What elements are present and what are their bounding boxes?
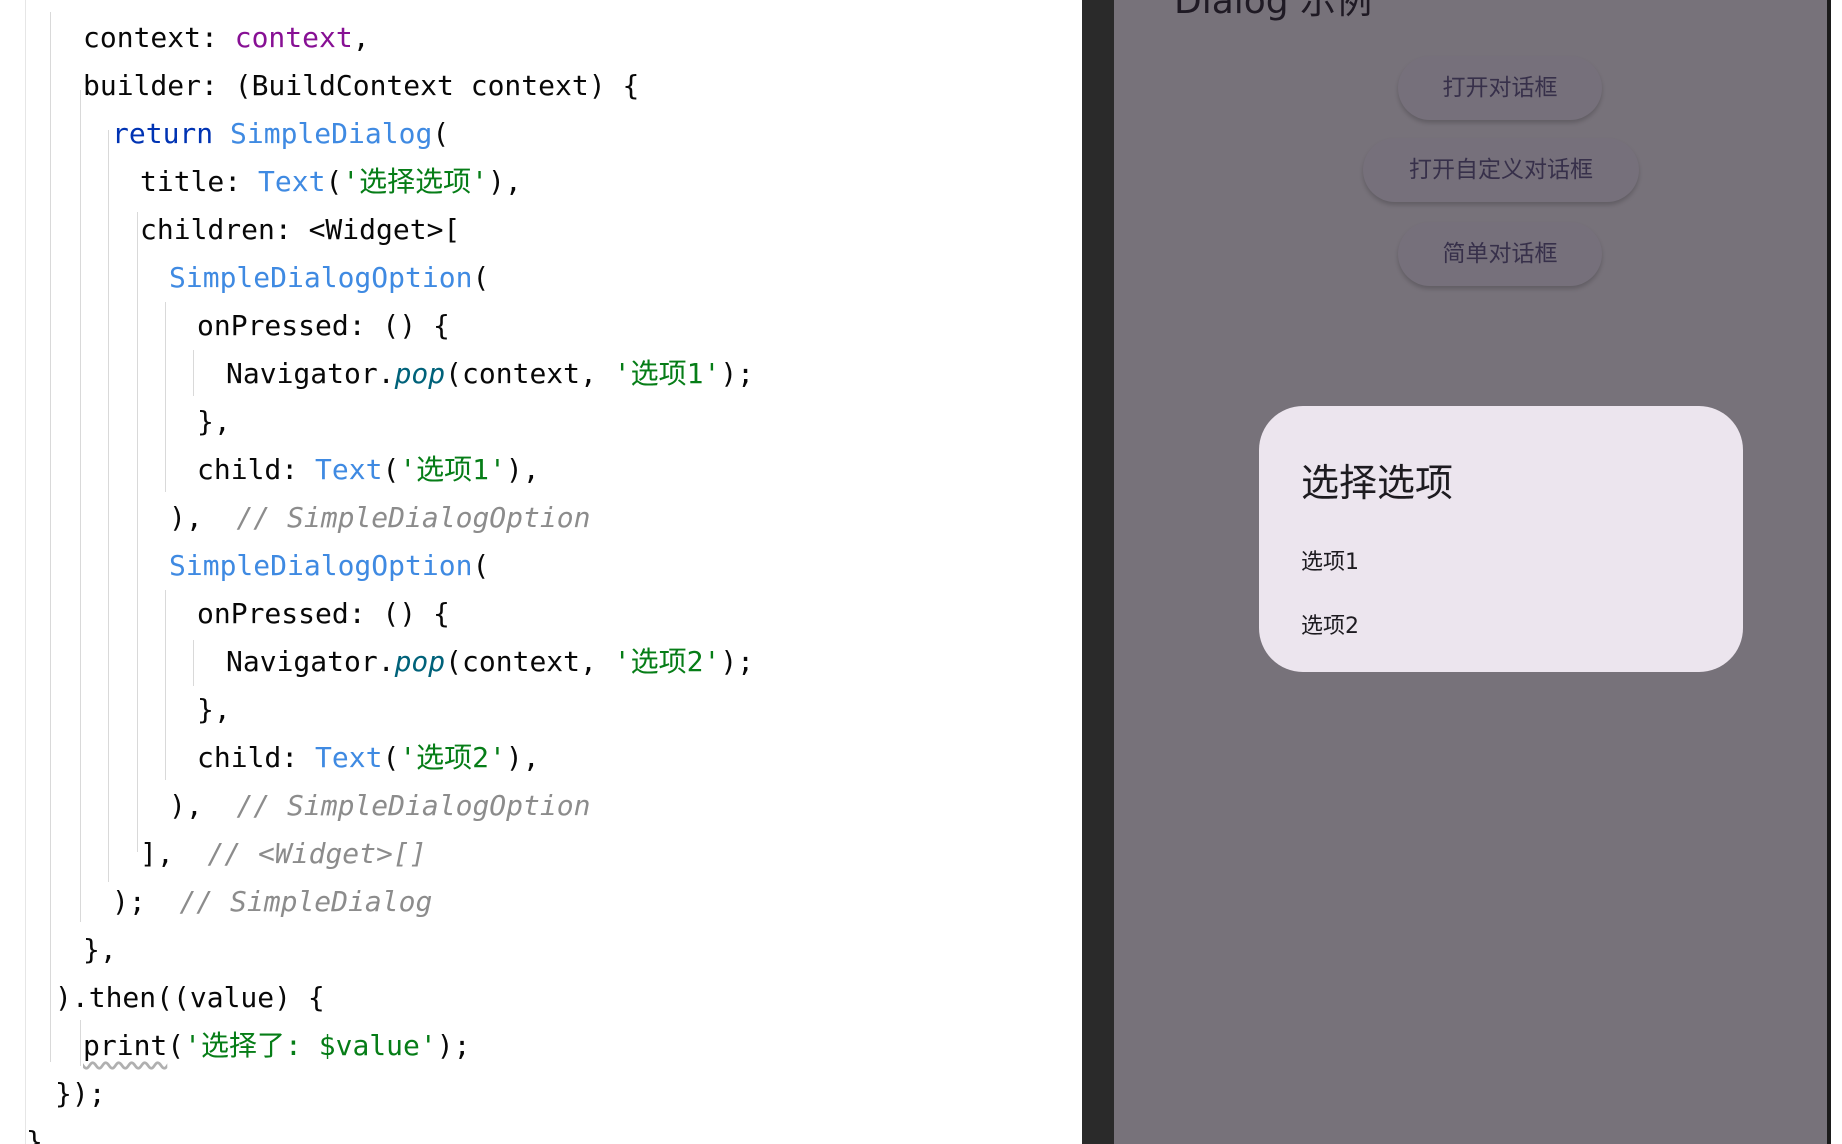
open-dialog-button[interactable]: 打开对话框: [1398, 56, 1602, 120]
dialog-option-label: 选项2: [1301, 614, 1359, 639]
code-line-builder-close[interactable]: },: [83, 926, 117, 974]
dialog-option-label: 选项1: [1301, 550, 1359, 575]
code-line-close-onpressed1[interactable]: },: [197, 398, 231, 446]
code-line-option2-close[interactable]: ), // SimpleDialogOption: [169, 782, 590, 830]
code-line-dialog-close[interactable]: ); // SimpleDialog: [112, 878, 432, 926]
dialog-option-2[interactable]: 选项2: [1259, 594, 1743, 650]
code-line-option2-open[interactable]: SimpleDialogOption(: [169, 542, 489, 590]
code-editor[interactable]: context: context, builder: (BuildContext…: [0, 0, 1082, 1144]
code-line-pop2[interactable]: Navigator.pop(context, '选项2');: [226, 638, 754, 686]
code-line-onpressed2[interactable]: onPressed: () {: [197, 590, 450, 638]
code-line-option1-open[interactable]: SimpleDialogOption(: [169, 254, 489, 302]
code-line-context[interactable]: context: context,: [83, 14, 370, 62]
code-line-onpressed1[interactable]: onPressed: () {: [197, 302, 450, 350]
device-screen: Dialog 示例 打开对话框 打开自定义对话框 简单对话框 选择选项 选项1 …: [1114, 0, 1830, 1144]
code-line-child1[interactable]: child: Text('选项1'),: [197, 446, 540, 494]
code-line-then-close[interactable]: });: [55, 1070, 106, 1118]
indent-guide: [137, 212, 138, 852]
indent-guide: [193, 640, 194, 686]
dialog-option-1[interactable]: 选项1: [1259, 530, 1743, 586]
app-bar-title: Dialog 示例: [1174, 0, 1373, 22]
code-line-return[interactable]: return SimpleDialog(: [112, 110, 449, 158]
code-line-then[interactable]: ).then((value) {: [55, 974, 325, 1022]
code-line-function-close[interactable]: }: [26, 1118, 43, 1144]
emulator-window: Dialog 示例 打开对话框 打开自定义对话框 简单对话框 选择选项 选项1 …: [1082, 0, 1842, 1144]
open-custom-dialog-button[interactable]: 打开自定义对话框: [1363, 138, 1639, 202]
simple-dialog-button[interactable]: 简单对话框: [1398, 222, 1602, 286]
device-frame-edge: [1827, 0, 1831, 1144]
code-line-option1-close[interactable]: ), // SimpleDialogOption: [169, 494, 590, 542]
code-line-title[interactable]: title: Text('选择选项'),: [140, 158, 522, 206]
code-line-pop1[interactable]: Navigator.pop(context, '选项1');: [226, 350, 754, 398]
code-line-child2[interactable]: child: Text('选项2'),: [197, 734, 540, 782]
code-line-print[interactable]: print('选择了: $value');: [83, 1022, 470, 1070]
code-line-children[interactable]: children: <Widget>[: [140, 206, 460, 254]
simple-dialog: 选择选项 选项1 选项2: [1259, 406, 1743, 672]
code-line-children-close[interactable]: ], // <Widget>[]: [140, 830, 427, 878]
indent-guide: [108, 130, 109, 882]
indent-guide: [193, 350, 194, 396]
code-line-builder[interactable]: builder: (BuildContext context) {: [83, 62, 639, 110]
indent-guide: [80, 90, 81, 922]
code-line-close-onpressed2[interactable]: },: [197, 686, 231, 734]
indent-guide: [80, 1020, 81, 1066]
dialog-title: 选择选项: [1301, 461, 1454, 505]
indent-guide: [165, 302, 166, 492]
indent-guide: [50, 12, 51, 1062]
indent-guide: [165, 590, 166, 780]
editor-gutter-divider: [25, 0, 26, 1144]
